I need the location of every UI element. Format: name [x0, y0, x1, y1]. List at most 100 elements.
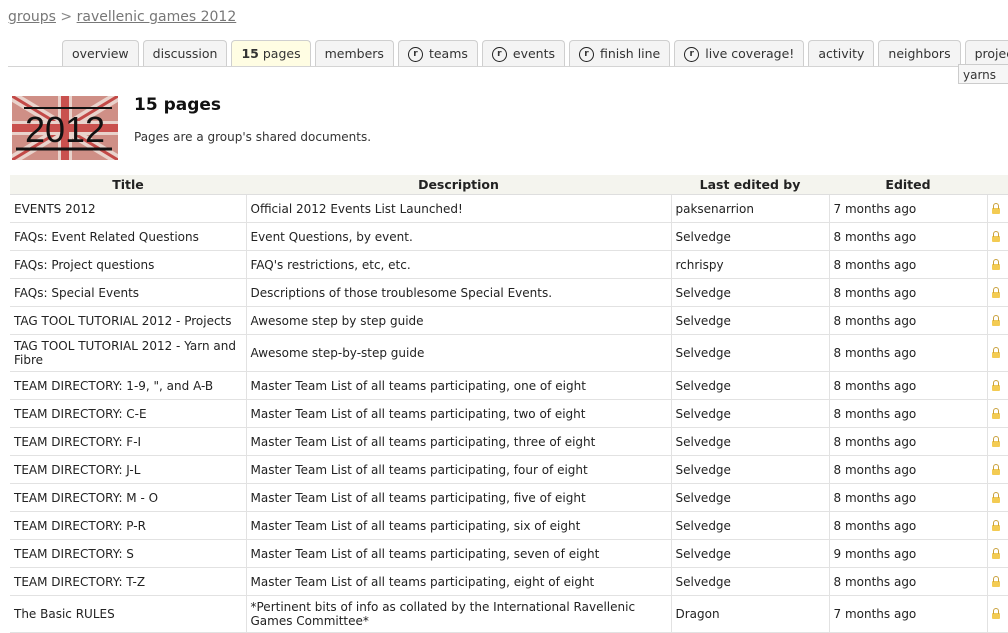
page-description: *Pertinent bits of info as collated by t…: [246, 595, 672, 633]
table-row[interactable]: The Basic RULES *Pertinent bits of info a…: [10, 595, 1008, 633]
lock-cell: [987, 399, 1008, 428]
tab-label: teams: [428, 46, 468, 61]
lock-cell: [987, 427, 1008, 456]
page-title-link[interactable]: TEAM DIRECTORY: F-I: [10, 427, 247, 456]
table-row[interactable]: TEAM DIRECTORY: J-L Master Team List of a…: [10, 455, 1008, 484]
edited-time: 9 months ago: [829, 539, 988, 568]
tab-events[interactable]: r events: [481, 40, 566, 67]
tab-bar-divider: [8, 66, 1008, 67]
edited-time: 7 months ago: [829, 595, 988, 633]
tab-activity[interactable]: activity: [808, 40, 875, 67]
table-row[interactable]: TEAM DIRECTORY: C-E Master Team List of a…: [10, 399, 1008, 428]
edited-time: 8 months ago: [829, 511, 988, 540]
page-title-link[interactable]: TEAM DIRECTORY: M - O: [10, 483, 247, 512]
col-header-edited[interactable]: Edited: [829, 175, 987, 195]
lock-cell: [987, 371, 1008, 400]
last-edited-by[interactable]: Selvedge: [671, 371, 830, 400]
tab-neighbors[interactable]: neighbors: [878, 40, 961, 67]
last-edited-by[interactable]: paksenarrion: [671, 194, 830, 223]
lock-cell: [987, 306, 1008, 335]
page-title-link[interactable]: TEAM DIRECTORY: T-Z: [10, 567, 247, 596]
page-title-link[interactable]: TEAM DIRECTORY: P-R: [10, 511, 247, 540]
page-title-link[interactable]: TEAM DIRECTORY: 1-9, ", and A-B: [10, 371, 247, 400]
table-row[interactable]: TEAM DIRECTORY: F-I Master Team List of a…: [10, 427, 1008, 456]
col-header-title[interactable]: Title: [10, 175, 246, 195]
page-title-link[interactable]: FAQs: Event Related Questions: [10, 222, 247, 251]
page-title-link[interactable]: FAQs: Project questions: [10, 250, 247, 279]
last-edited-by[interactable]: Selvedge: [671, 399, 830, 428]
edited-time: 8 months ago: [829, 306, 988, 335]
last-edited-by[interactable]: Selvedge: [671, 539, 830, 568]
table-row[interactable]: TEAM DIRECTORY: S Master Team List of all…: [10, 539, 1008, 568]
page-subtitle: Pages are a group's shared documents.: [134, 130, 372, 144]
last-edited-by[interactable]: Selvedge: [671, 455, 830, 484]
edited-time: 8 months ago: [829, 371, 988, 400]
table-row[interactable]: TEAM DIRECTORY: M - O Master Team List of…: [10, 483, 1008, 512]
table-row[interactable]: TEAM DIRECTORY: 1-9, ", and A-B Master Te…: [10, 371, 1008, 400]
table-row[interactable]: FAQs: Event Related Questions Event Quest…: [10, 222, 1008, 251]
page-title-link[interactable]: TEAM DIRECTORY: S: [10, 539, 247, 568]
last-edited-by[interactable]: Selvedge: [671, 427, 830, 456]
last-edited-by[interactable]: Selvedge: [671, 567, 830, 596]
tab-live-coverage[interactable]: r live coverage!: [674, 40, 805, 67]
edited-time: 7 months ago: [829, 194, 988, 223]
col-header-description[interactable]: Description: [246, 175, 671, 195]
lock-icon: [991, 608, 1000, 619]
page-title-link[interactable]: TEAM DIRECTORY: C-E: [10, 399, 247, 428]
last-edited-by[interactable]: Selvedge: [671, 334, 830, 372]
lock-icon: [991, 202, 1000, 214]
lock-icon: [991, 435, 1000, 447]
pages-table: Title Description Last edited by Edited …: [10, 175, 1008, 633]
page-description: Event Questions, by event.: [246, 222, 672, 251]
page-description: Master Team List of all teams participat…: [246, 511, 672, 540]
tab-label: members: [324, 46, 384, 61]
tab-teams[interactable]: r teams: [397, 40, 478, 67]
last-edited-by[interactable]: Selvedge: [671, 306, 830, 335]
tab-members[interactable]: members: [314, 40, 394, 67]
last-edited-by[interactable]: rchrispy: [671, 250, 830, 279]
table-row[interactable]: TEAM DIRECTORY: T-Z Master Team List of a…: [10, 567, 1008, 596]
last-edited-by[interactable]: Selvedge: [671, 222, 830, 251]
lock-icon: [991, 519, 1000, 531]
breadcrumb-group-link[interactable]: ravellenic games 2012: [77, 9, 237, 25]
tab-finish-line[interactable]: r finish line: [569, 40, 671, 67]
tab-discussion[interactable]: discussion: [142, 40, 228, 67]
breadcrumb-groups-link[interactable]: groups: [8, 9, 56, 25]
page-description: Awesome step-by-step guide: [246, 334, 672, 372]
table-row[interactable]: TAG TOOL TUTORIAL 2012 - Projects Awesome…: [10, 306, 1008, 335]
last-edited-by[interactable]: Dragon: [671, 595, 830, 633]
page-title-link[interactable]: EVENTS 2012: [10, 194, 247, 223]
table-row[interactable]: TAG TOOL TUTORIAL 2012 - Yarn and Fibre A…: [10, 334, 1008, 372]
tab-label: finish line: [600, 46, 661, 61]
table-row[interactable]: FAQs: Project questions FAQ's restriction…: [10, 250, 1008, 279]
breadcrumb: groups > ravellenic games 2012: [8, 9, 236, 25]
table-row[interactable]: EVENTS 2012 Official 2012 Events List Lau…: [10, 194, 1008, 223]
page-title-link[interactable]: TAG TOOL TUTORIAL 2012 - Projects: [10, 306, 247, 335]
last-edited-by[interactable]: Selvedge: [671, 278, 830, 307]
page-title-link[interactable]: TAG TOOL TUTORIAL 2012 - Yarn and Fibre: [10, 334, 247, 372]
lock-cell: [987, 250, 1008, 279]
page-title-link[interactable]: The Basic RULES: [10, 595, 247, 633]
last-edited-by[interactable]: Selvedge: [671, 483, 830, 512]
lock-cell: [987, 511, 1008, 540]
col-header-last-edited-by[interactable]: Last edited by: [671, 175, 829, 195]
page-description: Master Team List of all teams participat…: [246, 427, 672, 456]
last-edited-by[interactable]: Selvedge: [671, 511, 830, 540]
tab-projects[interactable]: projects: [964, 40, 1008, 67]
tab-overview[interactable]: overview: [62, 40, 139, 67]
page-title-link[interactable]: FAQs: Special Events: [10, 278, 247, 307]
page-description: Awesome step by step guide: [246, 306, 672, 335]
lock-icon: [991, 314, 1000, 326]
lock-cell: [987, 334, 1008, 372]
lock-cell: [987, 539, 1008, 568]
page-description: Master Team List of all teams participat…: [246, 539, 672, 568]
tab-pages[interactable]: 15 pages: [231, 40, 311, 67]
table-row[interactable]: FAQs: Special Events Descriptions of thos…: [10, 278, 1008, 307]
lock-cell: [987, 194, 1008, 223]
ravelry-r-icon: r: [407, 46, 423, 62]
page-title-link[interactable]: TEAM DIRECTORY: J-L: [10, 455, 247, 484]
table-row[interactable]: TEAM DIRECTORY: P-R Master Team List of a…: [10, 511, 1008, 540]
lock-icon: [991, 258, 1000, 270]
logo-text: 2012: [25, 109, 105, 150]
edited-time: 8 months ago: [829, 334, 988, 372]
